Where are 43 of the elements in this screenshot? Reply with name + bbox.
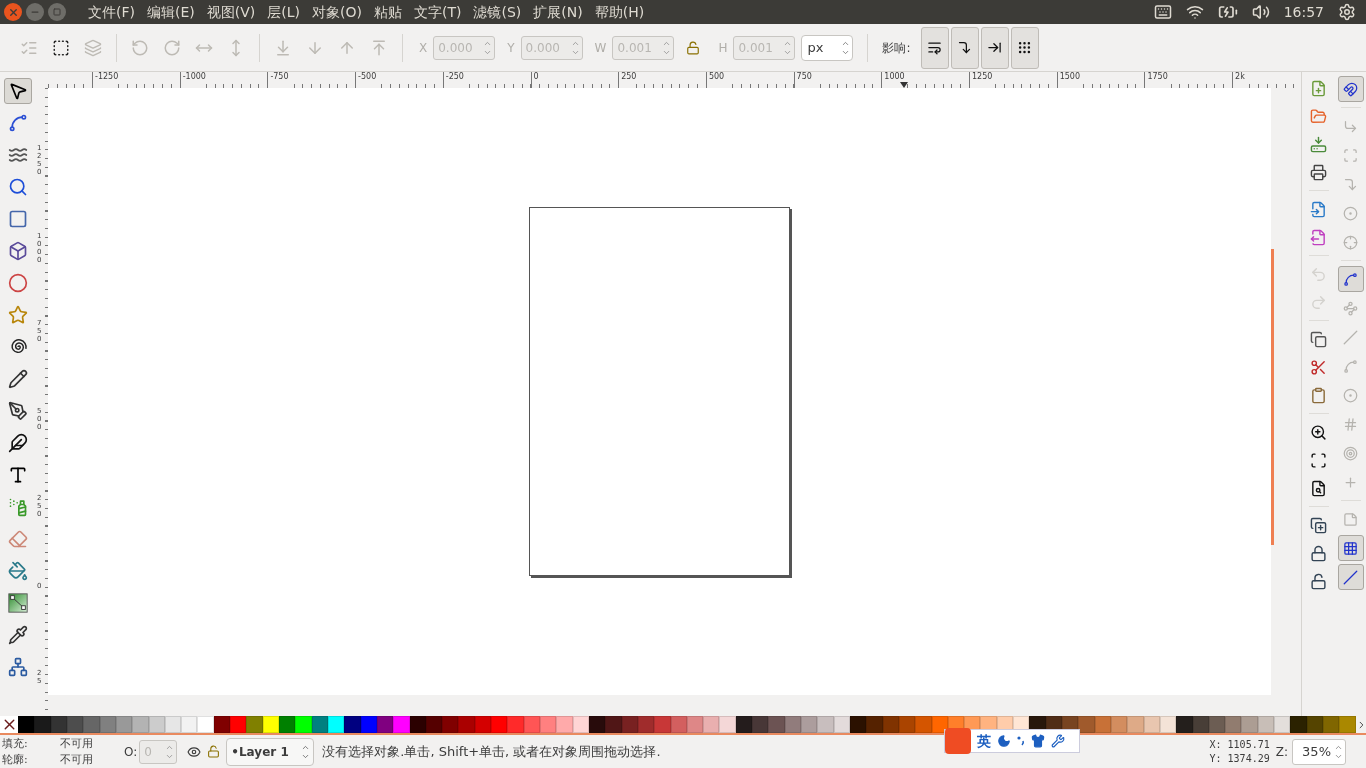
ruler-label: -750 xyxy=(267,72,289,88)
menu-item[interactable]: 扩展(N) xyxy=(527,1,589,23)
menu-item[interactable]: 粘贴 xyxy=(367,1,408,23)
ruler-label: 500 xyxy=(705,72,725,88)
status-message: 没有选择对象.单击, Shift+单击, 或者在对象周围拖动选择. xyxy=(322,742,661,761)
stroke-value: 不可用 xyxy=(60,751,94,768)
menu-item[interactable]: 文字(T) xyxy=(407,1,468,23)
language-mode[interactable]: 英 xyxy=(977,730,991,752)
field-label: X xyxy=(419,39,428,57)
ruler-label: -500 xyxy=(355,72,377,88)
menu-item[interactable]: 文件(F) xyxy=(82,1,141,23)
menu-item[interactable]: 编辑(E) xyxy=(141,1,201,23)
fill-value: 不可用 xyxy=(60,735,94,752)
ruler-label: 250 xyxy=(618,72,637,88)
cursor-y: Y: 1374.29 xyxy=(1209,751,1270,766)
zoom-field[interactable]: 35% xyxy=(1292,738,1346,765)
fill-label: 填充: xyxy=(2,735,29,752)
menu-item[interactable]: 视图(V) xyxy=(200,1,262,23)
ruler-label: -250 xyxy=(442,72,464,88)
ruler-label: -1000 xyxy=(179,72,206,88)
cursor-x: X: 1105.71 xyxy=(1209,737,1270,752)
unit-dropdown[interactable]: px xyxy=(801,34,854,61)
ruler-label: 1500 xyxy=(1056,72,1081,88)
opacity-label: O: xyxy=(124,743,138,761)
menu-item[interactable]: 帮助(H) xyxy=(588,1,651,23)
menu-item[interactable]: 层(L) xyxy=(261,1,306,23)
menu-item[interactable]: 对象(O) xyxy=(306,1,368,23)
ruler-label: 0 xyxy=(530,72,539,88)
ruler-label: 1000 xyxy=(881,72,905,88)
field-label: W xyxy=(594,39,607,57)
stroke-label: 轮廓: xyxy=(2,751,29,768)
clock[interactable]: 16:57 xyxy=(1283,1,1324,23)
field-label: H xyxy=(718,39,728,57)
ruler-label: 1250 xyxy=(969,72,993,88)
ruler-label: 1750 xyxy=(1144,72,1168,88)
ruler-label: -1250 xyxy=(92,72,119,88)
zoom-label: Z: xyxy=(1275,743,1288,761)
field-label: Y xyxy=(507,39,515,57)
ruler-label: 2k xyxy=(1232,72,1245,88)
ruler-label: 750 xyxy=(793,72,812,88)
layer-dropdown[interactable]: •Layer 1 xyxy=(226,737,315,766)
affect-label: 影响: xyxy=(882,39,911,57)
menu-item[interactable]: 滤镜(S) xyxy=(467,1,528,23)
